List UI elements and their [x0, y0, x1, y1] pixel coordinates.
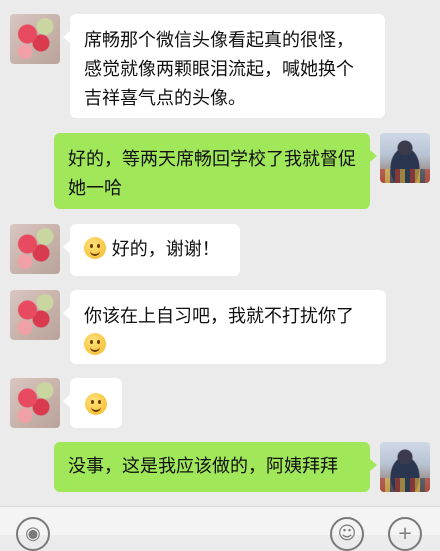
- message-bubble-5[interactable]: [63, 378, 122, 428]
- contact-avatar[interactable]: [10, 14, 60, 64]
- message-bubble-2[interactable]: 好的，等两天席畅回学校了我就督促她一哈: [54, 133, 377, 209]
- message-bubble-4[interactable]: 你该在上自习吧，我就不打扰你了: [63, 290, 386, 364]
- my-avatar[interactable]: [380, 442, 430, 492]
- emoji-icon[interactable]: ☺: [330, 517, 364, 551]
- input-bar: ◉ ☺ +: [0, 506, 440, 551]
- contact-avatar[interactable]: [10, 224, 60, 274]
- message-bubble-6[interactable]: 没事，这是我应该做的，阿姨拜拜: [54, 442, 377, 492]
- contact-avatar[interactable]: [10, 290, 60, 340]
- plus-icon[interactable]: +: [388, 517, 422, 551]
- message-text: 好的，等两天席畅回学校了我就督促她一哈: [68, 149, 356, 199]
- thinking-emoji-icon: [85, 393, 107, 415]
- message-text: 没事，这是我应该做的，阿姨拜拜: [68, 456, 338, 477]
- my-avatar[interactable]: [380, 133, 430, 183]
- smile-emoji-icon: [84, 333, 106, 355]
- message-bubble-3[interactable]: 好的，谢谢！: [63, 224, 240, 276]
- smile-emoji-icon: [84, 237, 106, 259]
- message-text: 席畅那个微信头像看起真的很怪，感觉就像两颗眼泪流起，喊她换个吉祥喜气点的头像。: [84, 30, 354, 109]
- message-text: 你该在上自习吧，我就不打扰你了: [84, 306, 354, 327]
- message-bubble-1[interactable]: 席畅那个微信头像看起真的很怪，感觉就像两颗眼泪流起，喊她换个吉祥喜气点的头像。: [63, 14, 385, 118]
- message-text: 好的，谢谢！: [111, 239, 220, 260]
- voice-icon[interactable]: ◉: [16, 517, 50, 551]
- contact-avatar[interactable]: [10, 378, 60, 428]
